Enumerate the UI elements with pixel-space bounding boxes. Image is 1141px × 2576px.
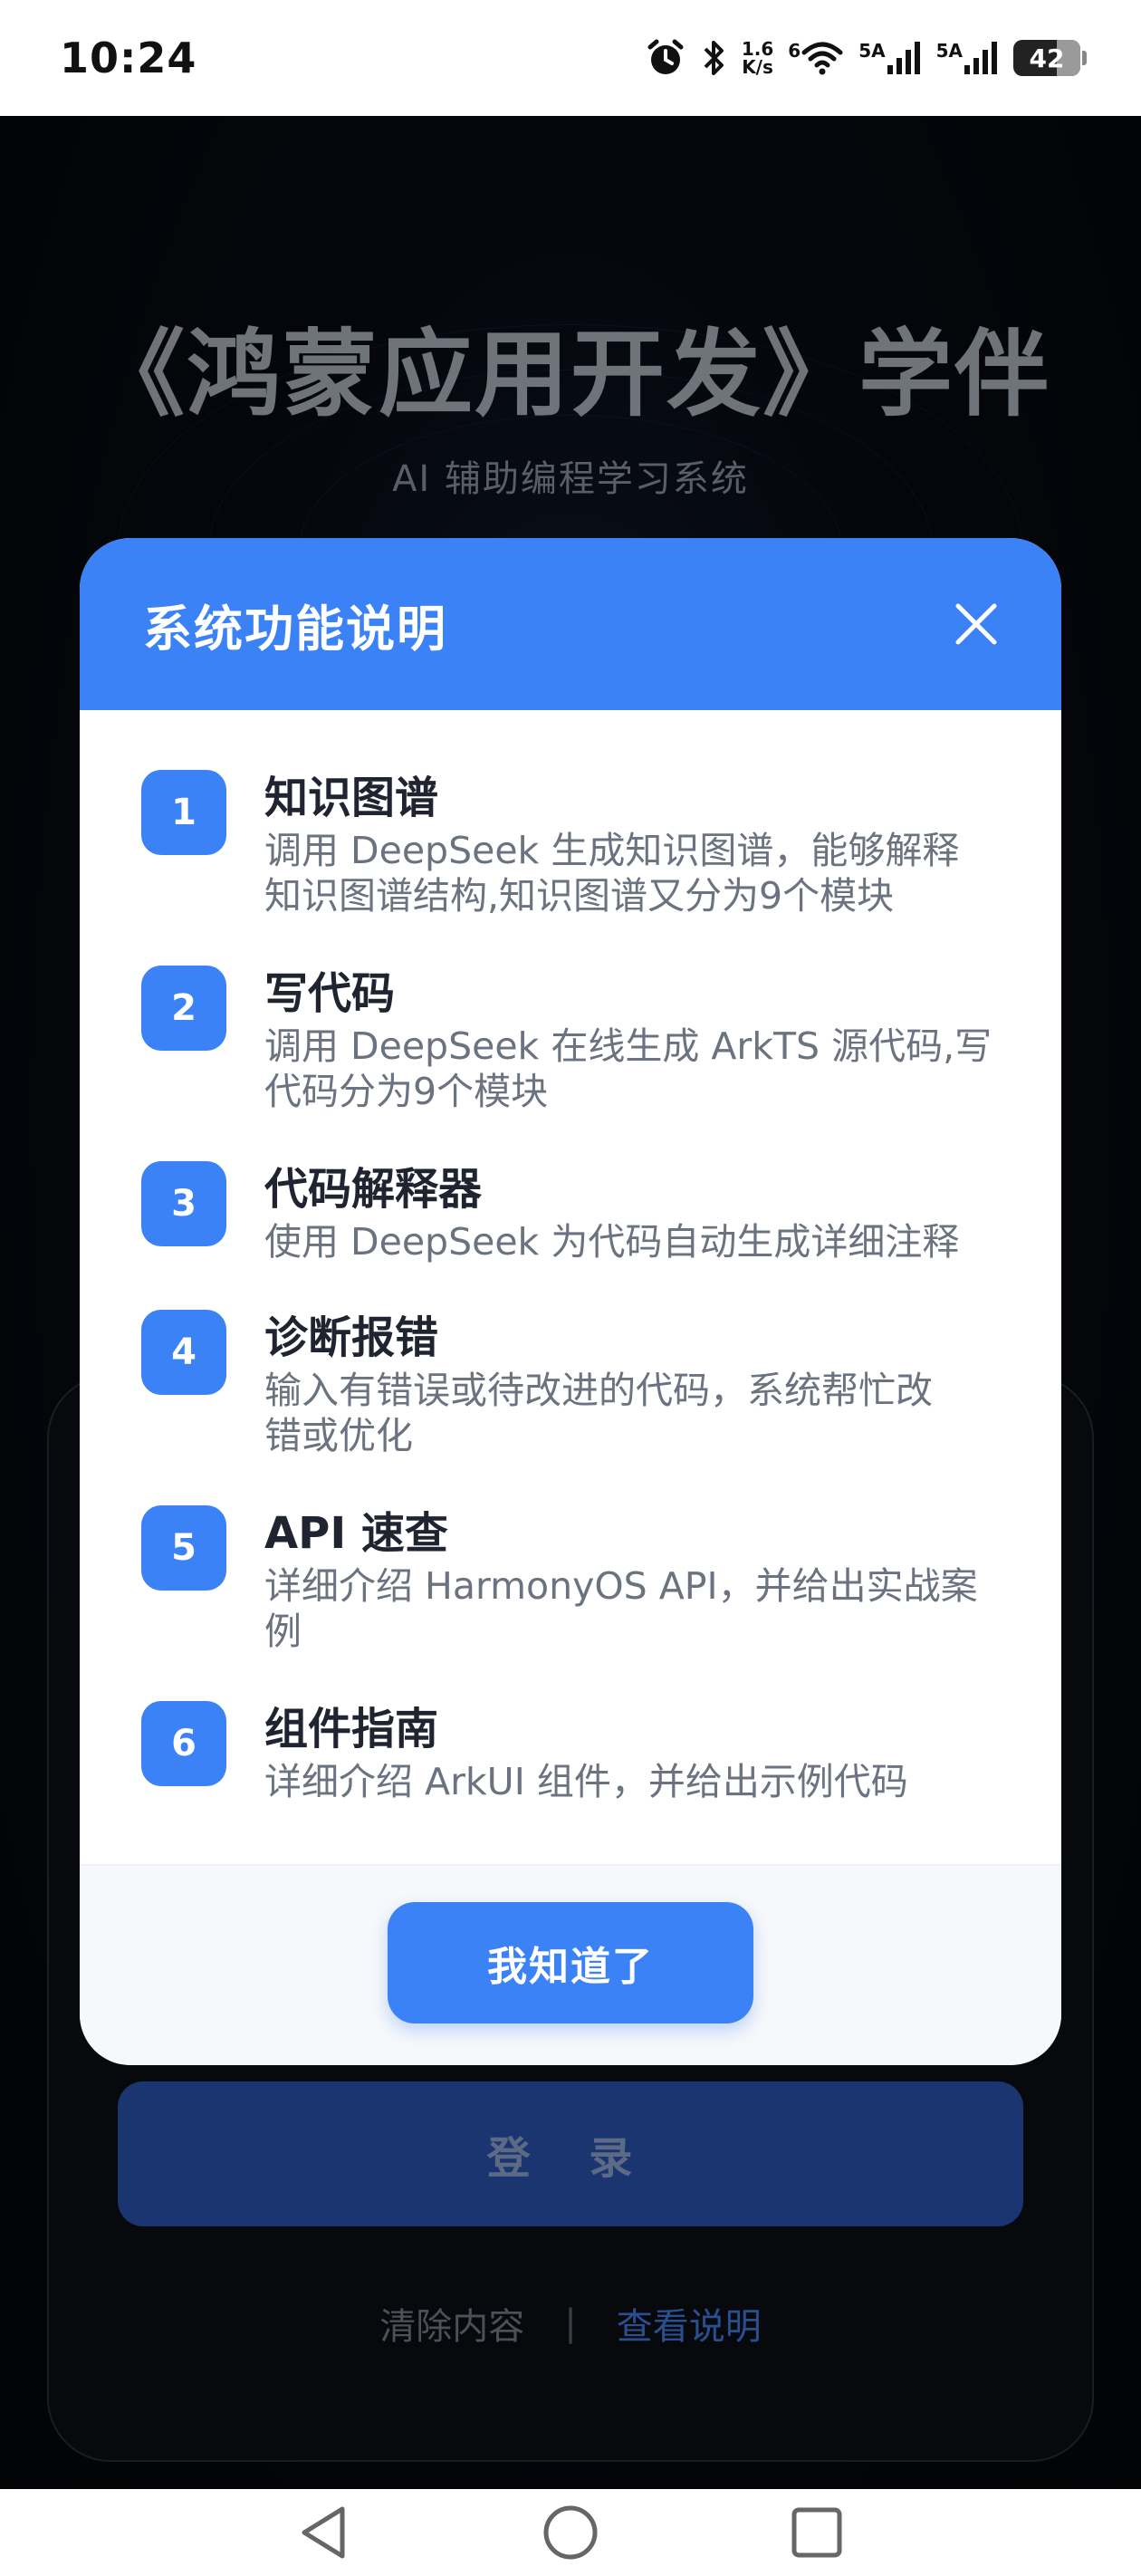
app-subtitle: AI 辅助编程学习系统 xyxy=(392,458,749,500)
feature-item-5: 5 API 速查 详细介绍 HarmonyOS API，并给出实战案 例 xyxy=(141,1505,1011,1654)
feature-number: 2 xyxy=(141,966,226,1051)
feature-desc-line: 输入有错误或待改进的代码，系统帮忙改 xyxy=(264,1369,933,1412)
feature-item-2: 2 写代码 调用 DeepSeek 在线生成 ArkTS 源代码,写 代码分为9… xyxy=(141,966,1011,1114)
status-icons: 1.6 K/s 6 5A 5A 42 xyxy=(646,38,1087,78)
feature-desc-line: 错或优化 xyxy=(264,1414,413,1457)
network-speed: 1.6 K/s xyxy=(741,38,774,78)
home-icon[interactable] xyxy=(542,2504,599,2562)
acknowledge-button[interactable]: 我知道了 xyxy=(388,1902,753,2023)
dialog-title: 系统功能说明 xyxy=(143,600,447,658)
feature-name: 代码解释器 xyxy=(264,1164,483,1215)
feature-desc-line: 例 xyxy=(264,1610,302,1653)
feature-desc-line: 知识图谱结构,知识图谱又分为9个模块 xyxy=(264,874,895,918)
feature-item-4: 4 诊断报错 输入有错误或待改进的代码，系统帮忙改 错或优化 xyxy=(141,1310,1011,1458)
feature-description: 详细介绍 HarmonyOS API，并给出实战案 例 xyxy=(264,1563,978,1654)
battery-icon: 42 xyxy=(1013,40,1087,76)
feature-description: 详细介绍 ArkUI 组件，并给出示例代码 xyxy=(264,1759,908,1804)
feature-number: 4 xyxy=(141,1310,226,1395)
sim1-label: 5A xyxy=(858,40,886,62)
status-bar: 10:24 1.6 K/s 6 5A 5A 42 xyxy=(0,0,1141,116)
feature-item-1: 1 知识图谱 调用 DeepSeek 生成知识图谱，能够解释 知识图谱结构,知识… xyxy=(141,770,1011,918)
feature-number: 3 xyxy=(141,1161,226,1246)
feature-description: 输入有错误或待改进的代码，系统帮忙改 错或优化 xyxy=(264,1368,933,1458)
status-time: 10:24 xyxy=(60,34,197,82)
feature-desc-line: 详细介绍 HarmonyOS API，并给出实战案 xyxy=(264,1564,978,1608)
sim2-label: 5A xyxy=(935,40,963,62)
view-instructions-link[interactable]: 查看说明 xyxy=(617,2297,762,2350)
feature-name: 知识图谱 xyxy=(264,773,439,823)
feature-desc-line: 代码分为9个模块 xyxy=(264,1070,549,1113)
feature-desc-line: 调用 DeepSeek 在线生成 ArkTS 源代码,写 xyxy=(264,1024,992,1068)
feature-name: API 速查 xyxy=(264,1508,448,1559)
dialog-header: 系统功能说明 xyxy=(80,538,1061,710)
wifi-label: 6 xyxy=(788,40,801,62)
feature-description: 使用 DeepSeek 为代码自动生成详细注释 xyxy=(264,1219,959,1264)
feature-item-6: 6 组件指南 详细介绍 ArkUI 组件，并给出示例代码 xyxy=(141,1701,1011,1804)
battery-level: 42 xyxy=(1029,43,1065,73)
recent-apps-icon[interactable] xyxy=(790,2505,844,2560)
feature-description: 调用 DeepSeek 生成知识图谱，能够解释 知识图谱结构,知识图谱又分为9个… xyxy=(264,828,959,918)
app-title: 《鸿蒙应用开发》学伴 xyxy=(90,319,1050,429)
bluetooth-icon xyxy=(704,41,724,75)
feature-description: 调用 DeepSeek 在线生成 ArkTS 源代码,写 代码分为9个模块 xyxy=(264,1024,992,1114)
feature-name: 写代码 xyxy=(264,968,396,1019)
login-links: 清除内容 | 查看说明 xyxy=(0,2297,1141,2350)
link-separator: | xyxy=(564,2302,577,2344)
dialog-footer: 我知道了 xyxy=(80,1864,1061,2065)
signal-icon xyxy=(887,42,920,74)
feature-number: 5 xyxy=(141,1505,226,1591)
feature-item-3: 3 代码解释器 使用 DeepSeek 为代码自动生成详细注释 xyxy=(141,1161,1011,1264)
feature-desc-line: 使用 DeepSeek 为代码自动生成详细注释 xyxy=(264,1220,960,1264)
signal-indicator-2: 5A xyxy=(936,40,999,76)
close-icon[interactable] xyxy=(949,597,1003,651)
feature-desc-line: 调用 DeepSeek 生成知识图谱，能够解释 xyxy=(264,829,960,872)
feature-dialog: 系统功能说明 1 知识图谱 调用 DeepSeek 生成知识图谱，能够解释 知识… xyxy=(80,538,1061,2065)
back-icon[interactable] xyxy=(297,2504,351,2562)
wifi-icon xyxy=(801,42,843,75)
feature-number: 6 xyxy=(141,1701,226,1786)
feature-name: 诊断报错 xyxy=(264,1312,439,1363)
alarm-icon xyxy=(647,39,684,74)
navigation-bar xyxy=(0,2489,1141,2576)
clear-content-link[interactable]: 清除内容 xyxy=(379,2297,524,2350)
feature-name: 组件指南 xyxy=(264,1704,439,1754)
signal-icon xyxy=(964,42,997,74)
login-button[interactable]: 登 录 xyxy=(118,2081,1023,2226)
wifi-indicator: 6 xyxy=(788,40,844,76)
signal-indicator-1: 5A xyxy=(858,40,921,76)
feature-number: 1 xyxy=(141,770,226,855)
feature-desc-line: 详细介绍 ArkUI 组件，并给出示例代码 xyxy=(264,1760,908,1803)
